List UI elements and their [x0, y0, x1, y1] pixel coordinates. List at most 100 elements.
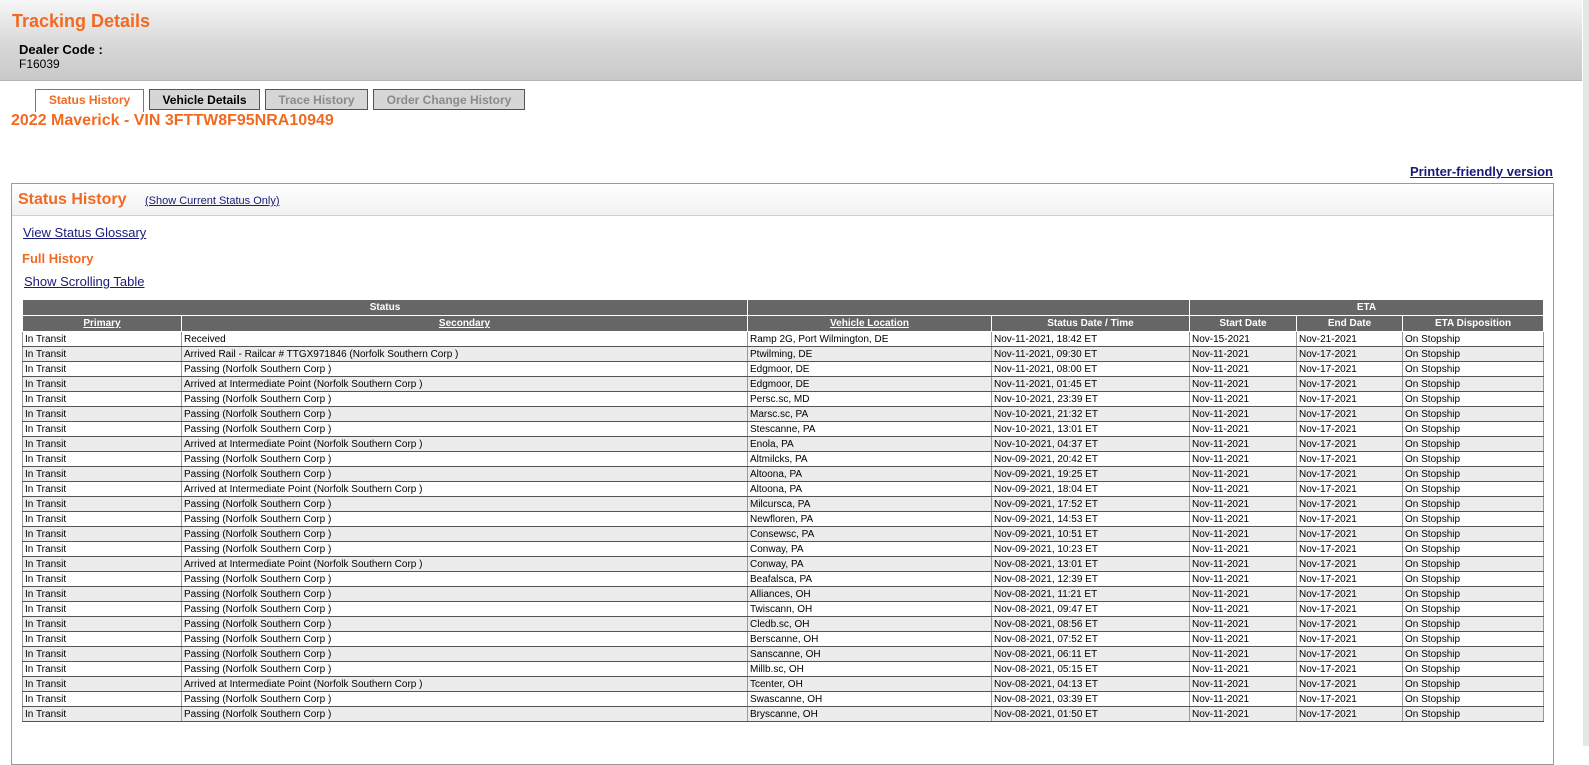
- start-date-cell: Nov-11-2021: [1189, 586, 1297, 602]
- eta-disposition-cell: On Stopship: [1401, 391, 1545, 407]
- end-date-cell: Nov-17-2021: [1296, 391, 1403, 407]
- primary-cell: In Transit: [22, 691, 182, 707]
- table-row: In Transit Passing (Norfolk Southern Corp…: [22, 466, 1545, 482]
- start-date-cell: Nov-11-2021: [1189, 646, 1297, 662]
- start-date-cell: Nov-11-2021: [1189, 526, 1297, 542]
- full-history-heading: Full History: [22, 251, 94, 266]
- end-date-cell: Nov-17-2021: [1296, 601, 1403, 617]
- secondary-cell: Passing (Norfolk Southern Corp ): [181, 511, 748, 527]
- start-date-cell: Nov-11-2021: [1189, 466, 1297, 482]
- tab-order-change-history: Order Change History: [373, 89, 525, 110]
- end-date-cell: Nov-17-2021: [1296, 421, 1403, 437]
- start-date-cell: Nov-11-2021: [1189, 346, 1297, 362]
- status-date-cell: Nov-11-2021, 09:30 ET: [991, 346, 1190, 362]
- status-glossary-link[interactable]: View Status Glossary: [23, 225, 146, 240]
- status-date-cell: Nov-11-2021, 18:42 ET: [991, 331, 1190, 347]
- scrollbar-track[interactable]: [1583, 0, 1589, 746]
- primary-cell: In Transit: [22, 346, 182, 362]
- eta-disposition-cell: On Stopship: [1401, 361, 1545, 377]
- start-date-cell: Nov-11-2021: [1189, 451, 1297, 467]
- table-row: In Transit Passing (Norfolk Southern Corp…: [22, 631, 1545, 647]
- col-end-date-header: End Date: [1296, 315, 1403, 332]
- col-status-date-header: Status Date / Time: [991, 315, 1190, 332]
- vehicle-title: 2022 Maverick - VIN 3FTTW8F95NRA10949: [11, 112, 334, 129]
- col-secondary-header[interactable]: Secondary: [181, 315, 748, 332]
- eta-disposition-cell: On Stopship: [1401, 631, 1545, 647]
- show-scrolling-table-link[interactable]: Show Scrolling Table: [24, 274, 144, 289]
- eta-disposition-cell: On Stopship: [1401, 676, 1545, 692]
- eta-disposition-cell: On Stopship: [1401, 646, 1545, 662]
- secondary-cell: Arrived at Intermediate Point (Norfolk S…: [181, 376, 748, 392]
- secondary-cell: Passing (Norfolk Southern Corp ): [181, 571, 748, 587]
- secondary-cell: Passing (Norfolk Southern Corp ): [181, 496, 748, 512]
- primary-cell: In Transit: [22, 526, 182, 542]
- table-row: In Transit Passing (Norfolk Southern Corp…: [22, 541, 1545, 557]
- col-start-date-header: Start Date: [1189, 315, 1297, 332]
- col-vehicle-location-header[interactable]: Vehicle Location: [747, 315, 992, 332]
- location-cell: Bryscanne, OH: [747, 706, 992, 722]
- page-title: Tracking Details: [12, 11, 151, 31]
- start-date-cell: Nov-11-2021: [1189, 436, 1297, 452]
- status-date-cell: Nov-10-2021, 21:32 ET: [991, 406, 1190, 422]
- start-date-cell: Nov-11-2021: [1189, 496, 1297, 512]
- end-date-cell: Nov-17-2021: [1296, 481, 1403, 497]
- eta-disposition-cell: On Stopship: [1401, 616, 1545, 632]
- secondary-cell: Passing (Norfolk Southern Corp ): [181, 691, 748, 707]
- table-row: In Transit Passing (Norfolk Southern Corp…: [22, 391, 1545, 407]
- primary-cell: In Transit: [22, 391, 182, 407]
- end-date-cell: Nov-17-2021: [1296, 436, 1403, 452]
- panel-title: Status History: [18, 191, 127, 208]
- status-date-cell: Nov-08-2021, 01:50 ET: [991, 706, 1190, 722]
- printer-friendly-link[interactable]: Printer-friendly version: [1410, 164, 1553, 179]
- dealer-code-label: Dealer Code :: [19, 42, 103, 57]
- secondary-cell: Passing (Norfolk Southern Corp ): [181, 631, 748, 647]
- tab-status-history[interactable]: Status History: [35, 89, 144, 112]
- secondary-cell: Passing (Norfolk Southern Corp ): [181, 406, 748, 422]
- secondary-cell: Passing (Norfolk Southern Corp ): [181, 586, 748, 602]
- table-row: In Transit Passing (Norfolk Southern Corp…: [22, 511, 1545, 527]
- status-date-cell: Nov-08-2021, 11:21 ET: [991, 586, 1190, 602]
- table-row: In Transit Passing (Norfolk Southern Corp…: [22, 571, 1545, 587]
- location-cell: Beafalsca, PA: [747, 571, 992, 587]
- start-date-cell: Nov-11-2021: [1189, 541, 1297, 557]
- primary-cell: In Transit: [22, 586, 182, 602]
- tab-trace-history: Trace History: [265, 89, 368, 110]
- location-cell: Swascanne, OH: [747, 691, 992, 707]
- status-history-panel: Status History (Show Current Status Only…: [11, 183, 1554, 765]
- show-current-status-link[interactable]: (Show Current Status Only): [145, 195, 280, 207]
- status-date-cell: Nov-08-2021, 06:11 ET: [991, 646, 1190, 662]
- start-date-cell: Nov-11-2021: [1189, 376, 1297, 392]
- panel-header: Status History (Show Current Status Only…: [12, 184, 1553, 216]
- col-primary-header[interactable]: Primary: [22, 315, 182, 332]
- primary-cell: In Transit: [22, 661, 182, 677]
- primary-cell: In Transit: [22, 706, 182, 722]
- end-date-cell: Nov-17-2021: [1296, 496, 1403, 512]
- start-date-cell: Nov-11-2021: [1189, 706, 1297, 722]
- primary-cell: In Transit: [22, 631, 182, 647]
- col-eta-disposition-header: ETA Disposition: [1401, 315, 1545, 332]
- end-date-cell: Nov-17-2021: [1296, 691, 1403, 707]
- end-date-cell: Nov-17-2021: [1296, 676, 1403, 692]
- location-cell: Milcursca, PA: [747, 496, 992, 512]
- end-date-cell: Nov-17-2021: [1296, 556, 1403, 572]
- eta-disposition-cell: On Stopship: [1401, 346, 1545, 362]
- status-date-cell: Nov-09-2021, 10:51 ET: [991, 526, 1190, 542]
- group-header-row: Status ETA: [22, 299, 1545, 316]
- end-date-cell: Nov-17-2021: [1296, 511, 1403, 527]
- eta-disposition-cell: On Stopship: [1401, 511, 1545, 527]
- secondary-cell: Arrived at Intermediate Point (Norfolk S…: [181, 676, 748, 692]
- table-row: In Transit Arrived Rail - Railcar # TTGX9…: [22, 346, 1545, 362]
- table-row: In Transit Passing (Norfolk Southern Corp…: [22, 406, 1545, 422]
- tab-vehicle-details[interactable]: Vehicle Details: [149, 89, 260, 110]
- location-cell: Conway, PA: [747, 541, 992, 557]
- eta-disposition-cell: On Stopship: [1401, 451, 1545, 467]
- status-date-cell: Nov-09-2021, 19:25 ET: [991, 466, 1190, 482]
- secondary-cell: Passing (Norfolk Southern Corp ): [181, 706, 748, 722]
- status-date-cell: Nov-09-2021, 14:53 ET: [991, 511, 1190, 527]
- secondary-cell: Received: [181, 331, 748, 347]
- status-date-cell: Nov-08-2021, 04:13 ET: [991, 676, 1190, 692]
- dealer-code-value: F16039: [19, 57, 60, 71]
- end-date-cell: Nov-17-2021: [1296, 526, 1403, 542]
- location-cell: Stescanne, PA: [747, 421, 992, 437]
- primary-cell: In Transit: [22, 511, 182, 527]
